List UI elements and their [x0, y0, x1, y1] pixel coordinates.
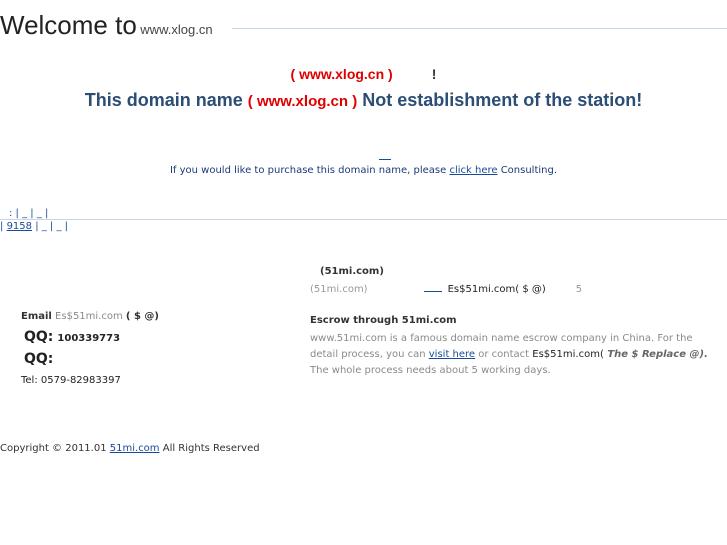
small-link-mark[interactable]	[379, 150, 391, 160]
headline-post: Not establishment of the station!	[357, 90, 643, 110]
click-here-link[interactable]: click here	[449, 165, 497, 176]
link-9158[interactable]: 9158	[7, 221, 32, 232]
email-row: Email Es$51mi.com ( $ @)	[21, 307, 159, 327]
copyright-pre: Copyright © 2011.01	[0, 443, 110, 454]
company-info-row: (51mi.com) Es$51mi.com( $ @) 5	[310, 284, 582, 295]
welcome-text: Welcome to	[0, 10, 137, 40]
purchase-post: Consulting.	[497, 165, 558, 176]
headline-domain: ( www.xlog.cn )	[247, 93, 358, 110]
escrow-text-2: or contact	[475, 349, 533, 360]
email-value: Es$51mi.com	[55, 311, 123, 322]
qq1-label: QQ:	[24, 329, 54, 345]
red-domain-line: ( www.xlog.cn ) !	[0, 66, 727, 82]
escrow-replace-note: The $ Replace @).	[603, 349, 708, 360]
link-row-2: | 9158 | _ | _ |	[0, 221, 68, 232]
escrow-text: www.51mi.com is a famous domain name esc…	[310, 331, 720, 379]
welcome-title: Welcome to www.xlog.cn	[0, 10, 213, 41]
link-row-2-post[interactable]: | _ | _ |	[32, 221, 68, 232]
email-note: ( $ @)	[125, 311, 159, 322]
company-brand: (51mi.com)	[320, 266, 384, 277]
link-row-1[interactable]: : | _ | _ |	[9, 208, 48, 219]
red-domain: ( www.xlog.cn )	[290, 66, 393, 82]
exclaim-mark: !	[431, 66, 437, 82]
company-underline-link[interactable]	[423, 291, 442, 292]
copyright: Copyright © 2011.01 51mi.com All Rights …	[0, 443, 260, 454]
purchase-pre: If you would like to purchase this domai…	[169, 165, 450, 176]
welcome-domain: www.xlog.cn	[140, 22, 213, 37]
contact-block: Email Es$51mi.com ( $ @) QQ: 100339773 QQ…	[21, 307, 159, 391]
qq1-value: 100339773	[57, 333, 121, 344]
qq2-label: QQ:	[24, 351, 54, 367]
escrow-email: Es$51mi.com(	[532, 349, 604, 360]
headline: This domain name ( www.xlog.cn ) Not est…	[0, 90, 727, 111]
company-email: Es$51mi.com( $ @)	[447, 284, 546, 295]
header-divider	[232, 28, 727, 29]
middle-divider	[0, 219, 727, 220]
escrow-title: Escrow through 51mi.com	[310, 315, 457, 326]
visit-here-link[interactable]: visit here	[429, 349, 475, 360]
company-days: 5	[575, 284, 583, 295]
escrow-text-3: The whole process needs about 5 working …	[310, 365, 551, 376]
qq-row-1: QQ: 100339773	[21, 327, 159, 349]
company-site: (51mi.com)	[310, 284, 368, 295]
email-label: Email	[21, 311, 52, 322]
tel-row: Tel: 0579-82983397	[21, 375, 121, 386]
purchase-line: If you would like to purchase this domai…	[0, 165, 727, 176]
copyright-post: All Rights Reserved	[159, 443, 260, 454]
qq-row-2: QQ:	[21, 349, 159, 371]
headline-pre: This domain name	[84, 90, 248, 110]
footer-51mi-link[interactable]: 51mi.com	[110, 443, 160, 454]
